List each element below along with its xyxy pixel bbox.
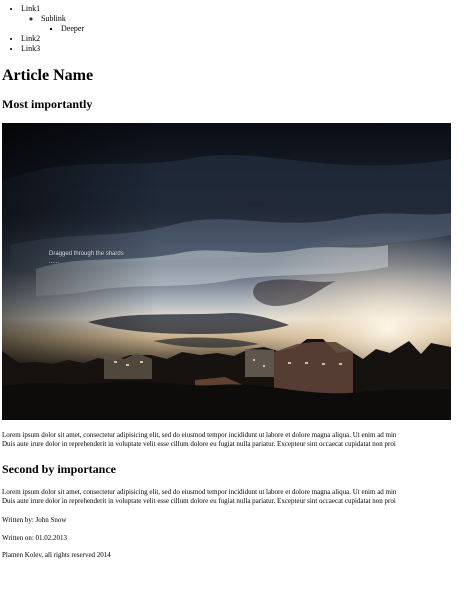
- date-line: Written on: 01.02.2013: [2, 534, 68, 542]
- section-heading-most-importantly: Most importantly: [2, 97, 93, 111]
- image-caption-title: Dragged through the shards: [49, 251, 124, 257]
- nav-item-link2[interactable]: Link2: [21, 34, 464, 44]
- nav-sublink-label[interactable]: Sublink: [41, 14, 66, 23]
- footer-copyright: Plamen Kolev, all rights reserved 2014: [2, 551, 111, 559]
- nav-item-link1[interactable]: Link1 Sublink Deeper: [21, 4, 464, 34]
- page: Link1 Sublink Deeper Link2 Link3: [0, 0, 464, 601]
- nav-deeper-list: Deeper: [41, 24, 464, 34]
- article-image: Dragged through the shards ......: [2, 123, 451, 420]
- navigation-menu: Link1 Sublink Deeper Link2 Link3: [0, 4, 464, 54]
- section1-paragraph: Lorem ipsum dolor sit amet, consectetur …: [2, 431, 464, 449]
- paragraph-line: Lorem ipsum dolor sit amet, consectetur …: [2, 431, 397, 439]
- sunset-cityscape-photo: [2, 123, 451, 420]
- article-title: Article Name: [2, 67, 94, 84]
- nav-sublist: Sublink Deeper: [21, 14, 464, 34]
- nav-item-sublink[interactable]: Sublink Deeper: [41, 14, 464, 34]
- paragraph-line: Duis aute irure dolor in reprehenderit i…: [2, 440, 396, 448]
- paragraph-line: Duis aute irure dolor in reprehenderit i…: [2, 497, 396, 505]
- nav-item-link3[interactable]: Link3: [21, 44, 464, 54]
- image-caption: Dragged through the shards ......: [49, 250, 124, 266]
- author-line: Written by: John Snow: [2, 516, 67, 524]
- nav-item-deeper[interactable]: Deeper: [61, 24, 464, 34]
- section-heading-second-by-importance: Second by importance: [2, 462, 116, 476]
- image-caption-subtitle: ......: [49, 259, 60, 265]
- paragraph-line: Lorem ipsum dolor sit amet, consectetur …: [2, 488, 397, 496]
- nav-deeper-label[interactable]: Deeper: [61, 24, 84, 33]
- nav-list: Link1 Sublink Deeper Link2 Link3: [0, 4, 464, 54]
- nav-link3-label[interactable]: Link3: [21, 44, 40, 53]
- nav-link2-label[interactable]: Link2: [21, 34, 40, 43]
- section2-paragraph: Lorem ipsum dolor sit amet, consectetur …: [2, 488, 464, 506]
- nav-link1-label[interactable]: Link1: [21, 4, 40, 13]
